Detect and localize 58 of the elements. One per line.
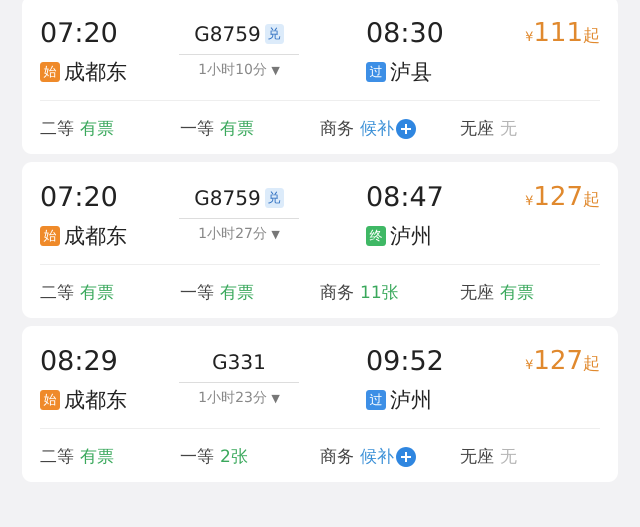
price: ¥127起 bbox=[525, 181, 600, 212]
seat-class: 一等 bbox=[180, 446, 214, 468]
arrival-time: 09:52 bbox=[366, 345, 445, 379]
redeem-badge: 兑 bbox=[264, 188, 284, 208]
seat-class: 无座 bbox=[460, 282, 494, 304]
train-number: G8759 bbox=[194, 22, 261, 46]
train-number: G331 bbox=[212, 350, 266, 374]
duration-toggle[interactable]: 1小时10分 ▼ bbox=[198, 59, 280, 81]
arrival-time: 08:30 bbox=[366, 17, 445, 51]
station-badge: 过 bbox=[366, 62, 386, 82]
seat-class: 无座 bbox=[460, 446, 494, 468]
duration-toggle[interactable]: 1小时23分 ▼ bbox=[198, 387, 280, 409]
seat-class: 无座 bbox=[460, 118, 494, 140]
seat-availability: 无 bbox=[500, 446, 517, 468]
seat-availability: 11张 bbox=[360, 282, 399, 304]
departure-time: 08:29 bbox=[40, 345, 119, 379]
seat-class: 商务 bbox=[320, 282, 354, 304]
seat-availability: 有票 bbox=[220, 282, 254, 304]
duration-toggle[interactable]: 1小时27分 ▼ bbox=[198, 223, 280, 245]
seat-availability: 有票 bbox=[80, 446, 114, 468]
train-number: G8759 bbox=[194, 186, 261, 210]
seat-class: 商务 bbox=[320, 118, 354, 140]
arrival-station: 泸县 bbox=[390, 59, 432, 86]
train-card[interactable]: 08:29 始 成都东 G331 1小时23分 ▼ 09:52 过 泸州 ¥127起 二等 有票 一等 2张 商务 候补 无座 无 bbox=[22, 326, 618, 482]
seat-availability: 有票 bbox=[80, 118, 114, 140]
add-icon[interactable] bbox=[396, 118, 416, 138]
departure-station: 成都东 bbox=[64, 59, 127, 86]
seat-availability: 2张 bbox=[220, 446, 248, 468]
seat-availability: 无 bbox=[500, 118, 517, 140]
seat-class: 二等 bbox=[40, 282, 74, 304]
departure-time: 07:20 bbox=[40, 181, 119, 215]
departure-station: 成都东 bbox=[64, 223, 127, 250]
station-badge: 始 bbox=[40, 62, 60, 82]
departure-station: 成都东 bbox=[64, 387, 127, 414]
station-badge: 始 bbox=[40, 390, 60, 410]
station-badge: 终 bbox=[366, 226, 386, 246]
seat-availability: 有票 bbox=[80, 282, 114, 304]
seat-class: 一等 bbox=[180, 282, 214, 304]
seat-class: 二等 bbox=[40, 118, 74, 140]
seat-availability: 有票 bbox=[220, 118, 254, 140]
departure-time: 07:20 bbox=[40, 17, 119, 51]
seat-class: 商务 bbox=[320, 446, 354, 468]
station-badge: 始 bbox=[40, 226, 60, 246]
seat-class: 二等 bbox=[40, 446, 74, 468]
seat-availability: 候补 bbox=[360, 118, 394, 140]
add-icon[interactable] bbox=[396, 446, 416, 466]
redeem-badge: 兑 bbox=[264, 24, 284, 44]
price: ¥111起 bbox=[525, 17, 600, 48]
arrival-time: 08:47 bbox=[366, 181, 445, 215]
seat-availability: 候补 bbox=[360, 446, 394, 468]
seat-availability: 有票 bbox=[500, 282, 534, 304]
station-badge: 过 bbox=[366, 390, 386, 410]
arrival-station: 泸州 bbox=[390, 387, 432, 414]
arrival-station: 泸州 bbox=[390, 223, 432, 250]
train-card[interactable]: 07:20 始 成都东 G8759 兑 1小时10分 ▼ 08:30 过 泸县 ¥111起 二等 有票 一等 有票 商务 候补 无座 无 bbox=[22, 0, 618, 154]
train-card[interactable]: 07:20 始 成都东 G8759 兑 1小时27分 ▼ 08:47 终 泸州 ¥127起 二等 有票 一等 有票 商务 11张 无座 有票 bbox=[22, 162, 618, 318]
seat-class: 一等 bbox=[180, 118, 214, 140]
price: ¥127起 bbox=[525, 345, 600, 376]
